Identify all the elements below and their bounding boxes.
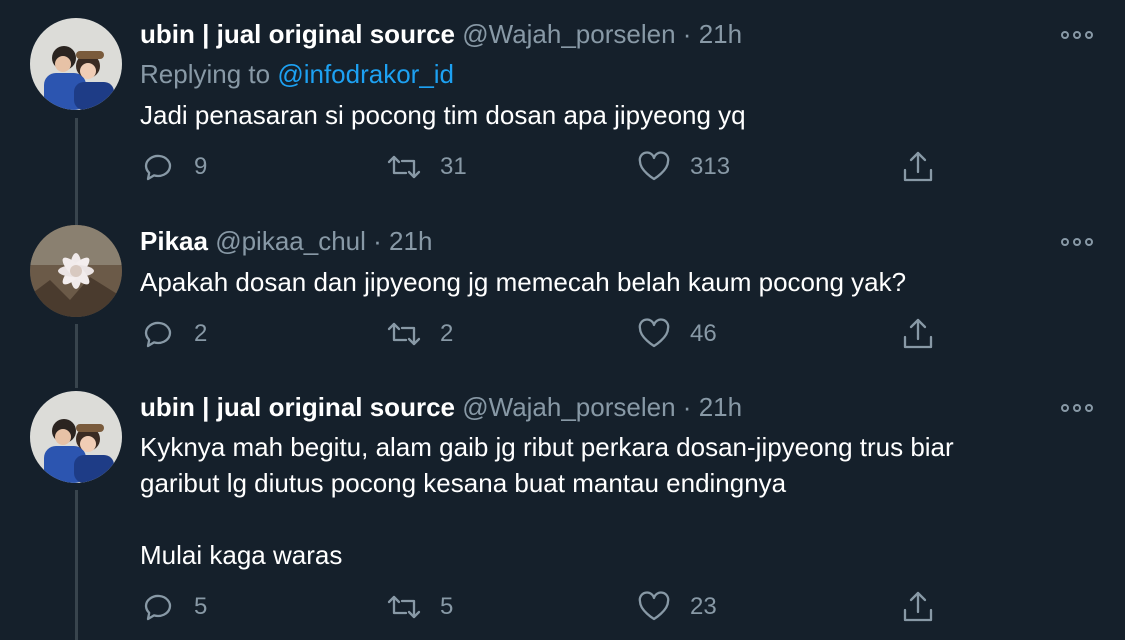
share-button[interactable] xyxy=(900,587,936,627)
like-button[interactable]: 313 xyxy=(636,147,730,187)
avatar[interactable] xyxy=(30,225,122,317)
retweet-button[interactable]: 5 xyxy=(386,587,453,627)
replying-to: Replying to @infodrakor_id xyxy=(140,58,454,90)
retweet-count: 31 xyxy=(440,153,467,180)
display-name[interactable]: ubin | jual original source xyxy=(140,19,455,49)
reply-button[interactable]: 5 xyxy=(140,587,207,627)
avatar[interactable] xyxy=(30,18,122,110)
like-count: 313 xyxy=(690,153,731,180)
share-icon xyxy=(903,318,933,349)
tweet-actions: 9 31 313 xyxy=(140,147,940,187)
timestamp[interactable]: 21h xyxy=(389,226,432,256)
retweet-count: 2 xyxy=(440,320,454,347)
separator-dot: · xyxy=(682,392,692,422)
profile-photo-couple-icon xyxy=(30,391,122,483)
tweet[interactable]: ubin | jual original source @Wajah_porse… xyxy=(0,375,1125,640)
tweet-text-line: Apakah dosan dan jipyeong jg memecah bel… xyxy=(140,267,907,297)
user-handle[interactable]: @pikaa_chul xyxy=(215,226,366,256)
tweet-text-line: Kyknya mah begitu, alam gaib jg ribut pe… xyxy=(140,432,954,462)
share-button[interactable] xyxy=(900,314,936,354)
tweet-text-line: Mulai kaga waras xyxy=(140,540,343,570)
tweet-text-line: Jadi penasaran si pocong tim dosan apa j… xyxy=(140,100,746,130)
more-options-icon[interactable] xyxy=(1061,235,1093,249)
tweet[interactable]: Pikaa @pikaa_chul · 21h Apakah dosan dan… xyxy=(0,205,1125,375)
separator-dot: · xyxy=(373,226,382,256)
reply-count: 5 xyxy=(194,593,208,620)
retweet-count: 5 xyxy=(440,593,454,620)
tweet-text: Kyknya mah begitu, alam gaib jg ribut pe… xyxy=(140,429,1090,573)
retweet-button[interactable]: 2 xyxy=(386,314,453,354)
retweet-icon xyxy=(387,322,421,346)
replying-to-label: Replying to xyxy=(140,59,271,89)
tweet-actions: 2 2 46 xyxy=(140,314,940,354)
heart-icon xyxy=(638,151,670,181)
like-button[interactable]: 23 xyxy=(636,587,717,627)
tweet-text-line: garibut lg diutus pocong kesana buat man… xyxy=(140,468,787,498)
reply-button[interactable]: 2 xyxy=(140,314,207,354)
profile-photo-couple-icon xyxy=(30,18,122,110)
share-icon xyxy=(903,591,933,622)
tweet-text: Jadi penasaran si pocong tim dosan apa j… xyxy=(140,97,1090,133)
more-options-icon[interactable] xyxy=(1061,401,1093,415)
separator-dot: · xyxy=(682,19,692,49)
profile-photo-flower-icon xyxy=(30,225,122,317)
replying-to-handle-link[interactable]: @infodrakor_id xyxy=(277,59,454,89)
reply-icon xyxy=(144,594,172,621)
share-button[interactable] xyxy=(900,147,936,187)
like-count: 23 xyxy=(690,593,717,620)
heart-icon xyxy=(638,591,670,621)
share-icon xyxy=(903,151,933,182)
reply-count: 2 xyxy=(194,320,208,347)
timestamp[interactable]: 21h xyxy=(699,19,742,49)
user-handle[interactable]: @Wajah_porselen xyxy=(462,19,675,49)
avatar[interactable] xyxy=(30,391,122,483)
retweet-icon xyxy=(387,155,421,179)
reply-button[interactable]: 9 xyxy=(140,147,207,187)
display-name[interactable]: Pikaa xyxy=(140,226,208,256)
like-count: 46 xyxy=(690,320,717,347)
reply-icon xyxy=(144,154,172,181)
tweet[interactable]: ubin | jual original source @Wajah_porse… xyxy=(0,0,1125,205)
reply-count: 9 xyxy=(194,153,208,180)
retweet-icon xyxy=(387,595,421,619)
tweet-text-line xyxy=(140,501,1090,537)
heart-icon xyxy=(638,318,670,348)
user-handle[interactable]: @Wajah_porselen xyxy=(462,392,675,422)
tweet-actions: 5 5 23 xyxy=(140,587,940,627)
more-options-icon[interactable] xyxy=(1061,28,1093,42)
reply-icon xyxy=(144,321,172,348)
display-name[interactable]: ubin | jual original source xyxy=(140,392,455,422)
retweet-button[interactable]: 31 xyxy=(386,147,467,187)
like-button[interactable]: 46 xyxy=(636,314,717,354)
timestamp[interactable]: 21h xyxy=(699,392,742,422)
tweet-text: Apakah dosan dan jipyeong jg memecah bel… xyxy=(140,264,1090,300)
